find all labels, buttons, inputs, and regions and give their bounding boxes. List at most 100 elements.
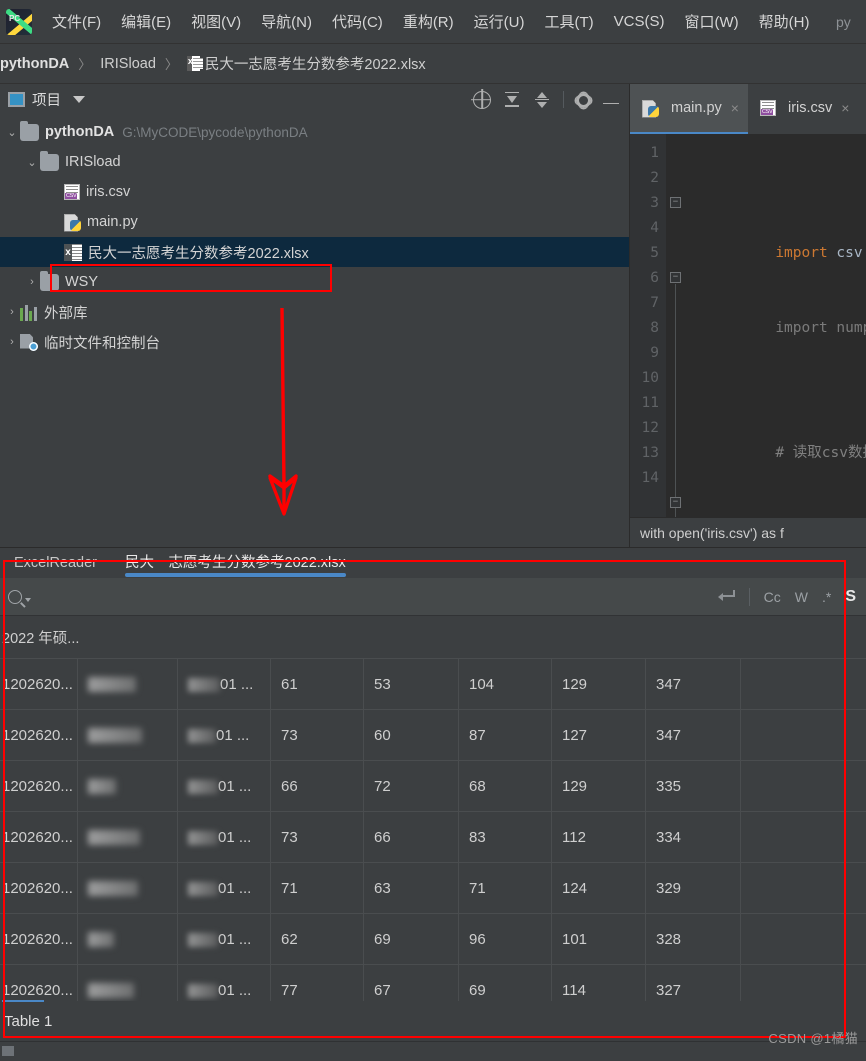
csv-file-icon xyxy=(64,184,80,200)
fold-marker-icon[interactable]: − xyxy=(670,272,681,517)
menu-item-help[interactable]: 帮助(H) xyxy=(749,7,820,36)
breadcrumb-item-project[interactable]: pythonDA xyxy=(0,56,69,72)
chevron-right-icon[interactable]: › xyxy=(4,306,20,318)
breadcrumb-item-folder[interactable]: IRISload xyxy=(100,56,156,72)
cell-score-2: 67 xyxy=(364,964,459,1001)
code-line: − import numpy as xyxy=(670,266,866,517)
code-editor[interactable]: 1 2 3 4 5 6 7 8 9 10 11 12 13 14 − impor… xyxy=(630,134,866,517)
cell-score-1: 77 xyxy=(271,964,364,1001)
tab-main-py[interactable]: main.py × xyxy=(630,84,748,134)
excel-file-icon xyxy=(64,243,82,261)
cell-score-2: 63 xyxy=(364,862,459,914)
fold-marker-icon[interactable]: − xyxy=(670,197,681,208)
menu-item-view[interactable]: 视图(V) xyxy=(181,7,251,36)
table-row[interactable]: 1202620... 01 ... 61 53 104 129 347 xyxy=(0,659,866,710)
tree-item-path: G:\MyCODE\pycode\pythonDA xyxy=(122,124,308,140)
tree-item-scratches-consoles[interactable]: › 临时文件和控制台 xyxy=(0,327,629,357)
cell-score-3: 104 xyxy=(459,659,552,710)
minimize-icon[interactable] xyxy=(603,102,619,105)
line-number: 6 xyxy=(650,270,659,286)
cell-dept: 01 ... xyxy=(178,760,271,812)
fold-marker-icon[interactable]: − xyxy=(670,497,681,508)
menu-item-window[interactable]: 窗口(W) xyxy=(674,7,748,36)
folder-icon xyxy=(40,270,59,291)
line-number: 9 xyxy=(650,345,659,361)
settings-gear-icon[interactable] xyxy=(576,93,591,108)
tab-excelreader[interactable]: ExcelReader xyxy=(0,548,111,578)
collapse-all-icon[interactable] xyxy=(533,91,551,109)
status-bar xyxy=(0,1041,866,1061)
cell-score-1: 73 xyxy=(271,709,364,761)
menu-item-navigate[interactable]: 导航(N) xyxy=(251,7,322,36)
cell-total: 328 xyxy=(646,913,741,965)
select-all-button[interactable]: S xyxy=(845,588,856,606)
breadcrumb-item-file[interactable]: 民大一志愿考生分数参考2022.xlsx xyxy=(205,53,426,74)
project-panel-header: 项目 xyxy=(0,84,629,115)
chevron-right-icon[interactable]: › xyxy=(4,336,20,348)
code-lines[interactable]: − import csv − import numpy as # 读取csv数据… xyxy=(666,134,866,517)
cell-total: 347 xyxy=(646,709,741,761)
tree-item-label: 外部库 xyxy=(44,305,88,322)
cell-score-3: 96 xyxy=(459,913,552,965)
menu-item-vcs[interactable]: VCS(S) xyxy=(604,9,675,34)
tree-item-iris-csv[interactable]: iris.csv xyxy=(0,177,629,207)
tree-item-excel-file[interactable]: 民大一志愿考生分数参考2022.xlsx xyxy=(0,237,629,267)
cell-dept: 01 ... xyxy=(178,811,271,863)
code-line: # 读取csv数据到列表 xyxy=(775,445,866,461)
menu-item-run[interactable]: 运行(U) xyxy=(464,7,535,36)
table-row[interactable]: 1202620... 01 ... 73 66 83 112 334 xyxy=(0,811,866,863)
tree-item-pythonda[interactable]: ⌄ pythonDA G:\MyCODE\pycode\pythonDA xyxy=(0,117,629,147)
tree-item-label: pythonDA xyxy=(45,124,115,140)
expand-all-icon[interactable] xyxy=(503,91,521,109)
table-row[interactable]: 1202620... 01 ... 71 63 71 124 329 xyxy=(0,862,866,914)
chevron-right-icon[interactable]: › xyxy=(24,276,40,288)
cell-score-1: 62 xyxy=(271,913,364,965)
tree-item-external-libraries[interactable]: › 外部库 xyxy=(0,297,629,327)
cell-extra xyxy=(741,965,772,1002)
tree-item-irisload[interactable]: ⌄ IRISload xyxy=(0,147,629,177)
menu-bar: 文件(F) 编辑(E) 视图(V) 导航(N) 代码(C) 重构(R) 运行(U… xyxy=(0,0,866,44)
table-row[interactable]: 1202620... 01 ... 77 67 69 114 327 xyxy=(0,964,866,1002)
menu-item-edit[interactable]: 编辑(E) xyxy=(111,7,181,36)
regex-button[interactable]: .* xyxy=(822,589,831,605)
tree-item-label: iris.csv xyxy=(86,184,131,200)
line-number: 8 xyxy=(650,320,659,336)
menu-item-refactor[interactable]: 重构(R) xyxy=(393,7,464,36)
enter-return-icon[interactable] xyxy=(717,589,735,604)
library-icon xyxy=(20,304,38,321)
close-icon[interactable]: × xyxy=(731,100,739,116)
tree-item-label: 临时文件和控制台 xyxy=(44,335,160,352)
sheet-tab-table1[interactable]: Table 1 xyxy=(4,1013,52,1030)
tree-item-label: WSY xyxy=(65,274,99,290)
cell-score-4: 114 xyxy=(552,964,646,1001)
tree-item-wsy[interactable]: › WSY xyxy=(0,267,629,297)
cell-dept: 01 ... xyxy=(178,862,271,914)
menu-item-tools[interactable]: 工具(T) xyxy=(534,7,603,36)
excel-data-grid[interactable]: 1202620... 01 ... 61 53 104 129 347 1202… xyxy=(0,659,866,1001)
editor-tab-bar: main.py × iris.csv × xyxy=(630,84,866,134)
code-line: − import csv xyxy=(670,191,866,261)
cell-score-2: 53 xyxy=(364,659,459,710)
table-row[interactable]: 1202620... 01 ... 66 72 68 129 335 xyxy=(0,760,866,812)
locate-target-icon[interactable] xyxy=(473,90,491,109)
cell-score-3: 69 xyxy=(459,964,552,1001)
whole-word-button[interactable]: W xyxy=(795,589,808,605)
table-row[interactable]: 1202620... 01 ... 62 69 96 101 328 xyxy=(0,913,866,965)
tab-excel-document[interactable]: 民大一志愿考生分数参考2022.xlsx xyxy=(111,548,360,578)
chevron-down-icon[interactable]: ⌄ xyxy=(24,156,40,169)
table-row[interactable]: 1202620... 01 ... 73 60 87 127 347 xyxy=(0,709,866,761)
cell-total: 347 xyxy=(646,659,741,710)
cell-score-4: 112 xyxy=(552,811,646,863)
tree-item-main-py[interactable]: main.py xyxy=(0,207,629,237)
chevron-down-icon[interactable] xyxy=(73,96,85,103)
menu-item-file[interactable]: 文件(F) xyxy=(42,7,111,36)
tab-iris-csv[interactable]: iris.csv × xyxy=(748,84,859,134)
chevron-down-icon[interactable]: ⌄ xyxy=(4,126,20,139)
menu-item-code[interactable]: 代码(C) xyxy=(322,7,393,36)
close-icon[interactable]: × xyxy=(841,100,849,116)
cell-dept: 01 ... xyxy=(178,913,271,965)
tree-item-label: main.py xyxy=(87,214,138,230)
match-case-button[interactable]: Cc xyxy=(764,589,781,605)
search-input[interactable] xyxy=(31,588,718,605)
